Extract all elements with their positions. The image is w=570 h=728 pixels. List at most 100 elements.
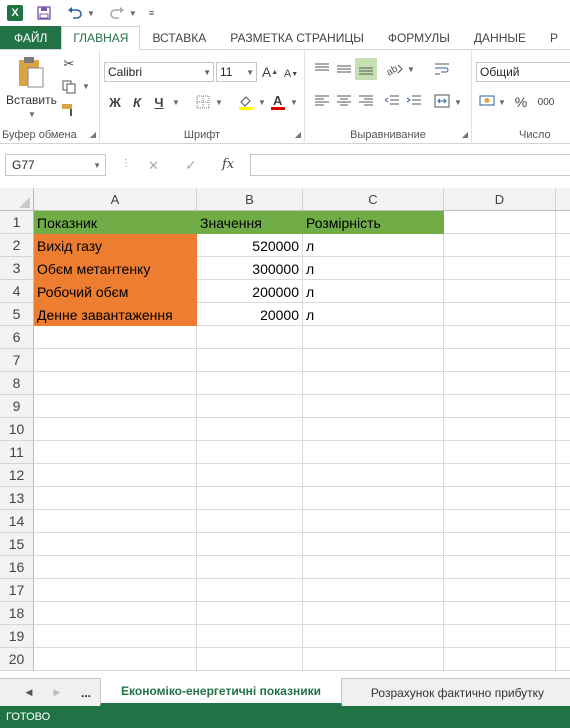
column-header-e[interactable] <box>556 188 570 211</box>
redo-dropdown-icon[interactable]: ▼ <box>129 9 137 18</box>
cell-e-20[interactable] <box>556 648 570 671</box>
format-painter-icon[interactable] <box>60 101 78 119</box>
cell-c-7[interactable] <box>303 349 444 372</box>
merge-center-icon[interactable] <box>433 92 451 110</box>
grow-font-icon[interactable]: A ▲ <box>262 63 278 81</box>
clipboard-launcher-icon[interactable]: ◢ <box>90 130 96 139</box>
cell-c-19[interactable] <box>303 625 444 648</box>
currency-format-icon[interactable] <box>478 92 496 110</box>
cell-e-2[interactable] <box>556 234 570 257</box>
font-color-dropdown-icon[interactable]: ▼ <box>290 98 298 107</box>
cell-c-16[interactable] <box>303 556 444 579</box>
font-color-icon[interactable]: A <box>269 92 287 112</box>
customize-toolbar-icon[interactable]: ≡ <box>149 8 154 18</box>
cell-d-11[interactable] <box>444 441 556 464</box>
cell-a-14[interactable] <box>34 510 197 533</box>
cell-a-1[interactable]: Показник <box>34 211 197 234</box>
orientation-icon[interactable]: ab <box>383 60 405 78</box>
cell-e-15[interactable] <box>556 533 570 556</box>
cell-b-16[interactable] <box>197 556 303 579</box>
thousands-separator-button[interactable]: 000 <box>534 92 558 112</box>
cell-d-8[interactable] <box>444 372 556 395</box>
cell-c-11[interactable] <box>303 441 444 464</box>
currency-dropdown-icon[interactable]: ▼ <box>498 98 506 107</box>
row-header[interactable]: 15 <box>0 533 34 556</box>
cell-a-18[interactable] <box>34 602 197 625</box>
cell-b-6[interactable] <box>197 326 303 349</box>
scroll-left-icon[interactable]: ◀ <box>20 679 38 706</box>
cell-b-15[interactable] <box>197 533 303 556</box>
save-icon[interactable] <box>37 6 51 20</box>
row-header[interactable]: 20 <box>0 648 34 671</box>
column-header-b[interactable]: B <box>197 188 303 211</box>
cell-d-6[interactable] <box>444 326 556 349</box>
orientation-dropdown-icon[interactable]: ▼ <box>407 65 415 74</box>
copy-icon[interactable] <box>60 78 78 96</box>
cell-d-3[interactable] <box>444 257 556 280</box>
cell-a-6[interactable] <box>34 326 197 349</box>
cell-e-3[interactable] <box>556 257 570 280</box>
cell-a-10[interactable] <box>34 418 197 441</box>
row-header[interactable]: 7 <box>0 349 34 372</box>
more-sheets-button[interactable]: ... <box>76 679 96 706</box>
column-header-d[interactable]: D <box>444 188 556 211</box>
cell-d-12[interactable] <box>444 464 556 487</box>
copy-dropdown-icon[interactable]: ▼ <box>82 82 90 91</box>
cell-c-9[interactable] <box>303 395 444 418</box>
row-header[interactable]: 19 <box>0 625 34 648</box>
cell-e-7[interactable] <box>556 349 570 372</box>
cell-a-4[interactable]: Робочий обєм <box>34 280 197 303</box>
cell-e-16[interactable] <box>556 556 570 579</box>
cell-d-15[interactable] <box>444 533 556 556</box>
cell-b-19[interactable] <box>197 625 303 648</box>
shrink-font-icon[interactable]: A ▼ <box>283 65 299 83</box>
cell-c-8[interactable] <box>303 372 444 395</box>
cell-d-16[interactable] <box>444 556 556 579</box>
cell-c-20[interactable] <box>303 648 444 671</box>
fill-color-dropdown-icon[interactable]: ▼ <box>258 98 266 107</box>
row-header[interactable]: 3 <box>0 257 34 280</box>
cell-a-19[interactable] <box>34 625 197 648</box>
cell-a-16[interactable] <box>34 556 197 579</box>
undo-icon[interactable]: ▼ <box>67 6 95 20</box>
cell-d-14[interactable] <box>444 510 556 533</box>
align-right-icon[interactable] <box>357 92 375 110</box>
cell-b-17[interactable] <box>197 579 303 602</box>
row-header[interactable]: 12 <box>0 464 34 487</box>
cell-a-2[interactable]: Вихід газу <box>34 234 197 257</box>
redo-icon[interactable]: ▼ <box>109 6 137 20</box>
cell-e-8[interactable] <box>556 372 570 395</box>
cell-e-12[interactable] <box>556 464 570 487</box>
cell-a-12[interactable] <box>34 464 197 487</box>
underline-button[interactable]: Ч <box>150 92 168 112</box>
row-header[interactable]: 6 <box>0 326 34 349</box>
row-header[interactable]: 4 <box>0 280 34 303</box>
row-header[interactable]: 16 <box>0 556 34 579</box>
scroll-right-icon[interactable]: ▶ <box>48 679 66 706</box>
tab-file[interactable]: ФАЙЛ <box>0 26 62 49</box>
italic-button[interactable]: К <box>128 92 146 112</box>
cell-d-7[interactable] <box>444 349 556 372</box>
tab-home[interactable]: ГЛАВНАЯ <box>61 26 141 50</box>
cell-e-14[interactable] <box>556 510 570 533</box>
align-left-icon[interactable] <box>313 92 331 110</box>
font-size-select[interactable]: 11 ▼ <box>216 62 257 82</box>
row-header[interactable]: 14 <box>0 510 34 533</box>
paste-button-label[interactable]: Вставить <box>6 93 57 107</box>
cell-a-5[interactable]: Денне завантаження <box>34 303 197 326</box>
cell-b-20[interactable] <box>197 648 303 671</box>
align-top-icon[interactable] <box>313 60 331 78</box>
cell-e-6[interactable] <box>556 326 570 349</box>
cell-e-11[interactable] <box>556 441 570 464</box>
cell-c-2[interactable]: л <box>303 234 444 257</box>
cell-d-13[interactable] <box>444 487 556 510</box>
column-header-c[interactable]: C <box>303 188 444 211</box>
cancel-icon[interactable]: ✕ <box>148 158 159 174</box>
cell-b-14[interactable] <box>197 510 303 533</box>
row-header[interactable]: 8 <box>0 372 34 395</box>
cell-d-10[interactable] <box>444 418 556 441</box>
cell-c-12[interactable] <box>303 464 444 487</box>
cell-c-15[interactable] <box>303 533 444 556</box>
cell-c-17[interactable] <box>303 579 444 602</box>
cell-c-10[interactable] <box>303 418 444 441</box>
